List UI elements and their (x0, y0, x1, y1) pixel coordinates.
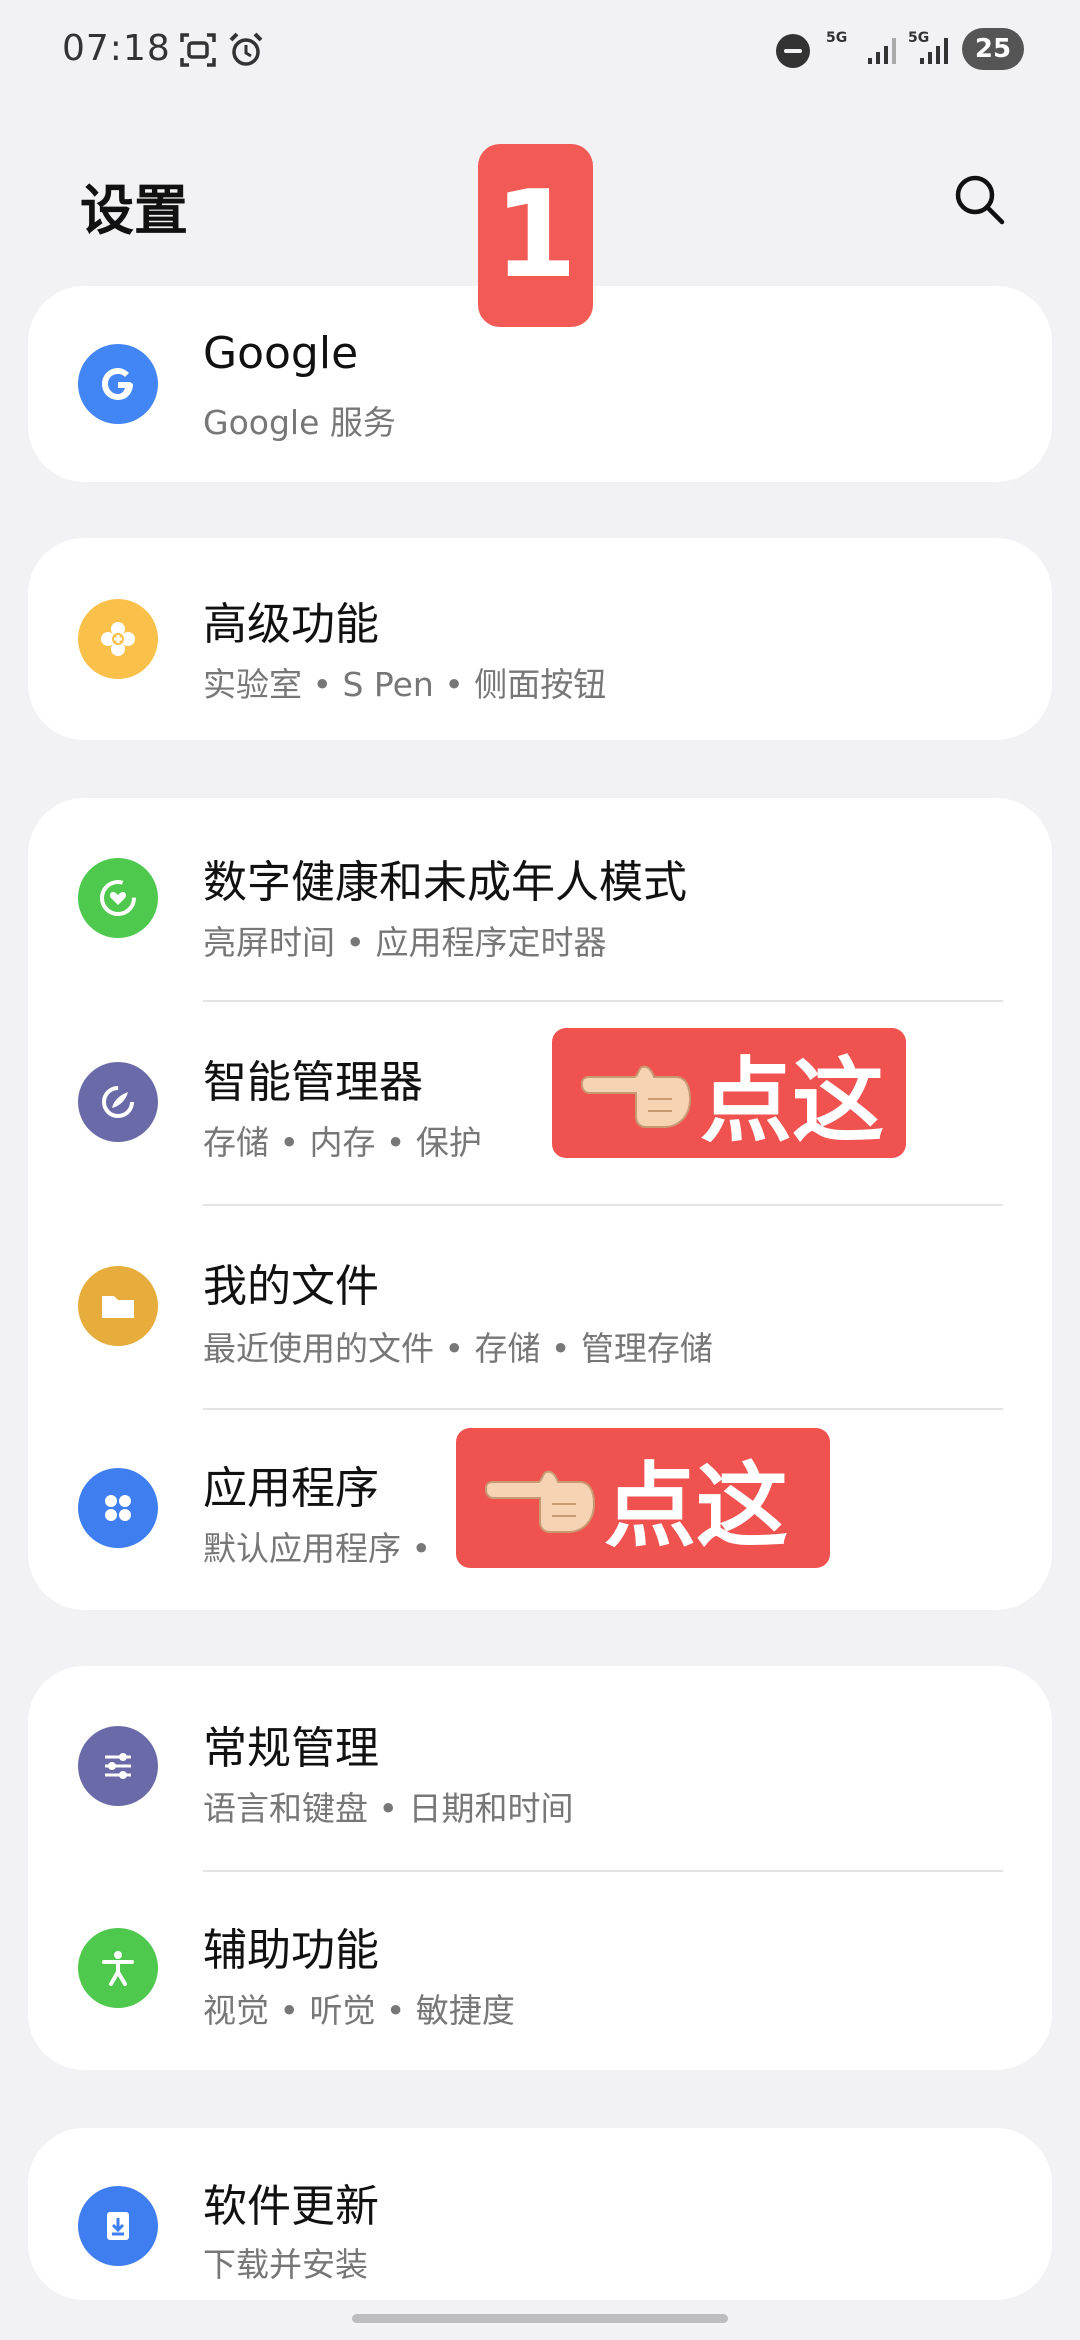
card-general: 常规管理 语言和键盘 • 日期和时间 辅助功能 视觉 • 听觉 • 敏捷度 (28, 1666, 1052, 2070)
item-title: Google (203, 328, 359, 379)
item-subtitle: 下载并安装 (203, 2245, 368, 2284)
gesture-home-bar[interactable] (352, 2314, 728, 2323)
signal-icon-2 (920, 38, 948, 64)
item-title: 智能管理器 (203, 1057, 423, 1108)
person-icon (78, 1928, 158, 2008)
item-title: 数字健康和未成年人模式 (203, 857, 687, 908)
item-title: 辅助功能 (203, 1925, 379, 1976)
settings-item-advanced-features[interactable]: 高级功能 实验室 • S Pen • 侧面按钮 (28, 538, 1052, 740)
alarm-icon (229, 32, 263, 66)
plus-gear-icon (78, 599, 158, 679)
download-icon (78, 2186, 158, 2266)
search-icon[interactable] (950, 170, 1010, 230)
battery-indicator: 25 (962, 28, 1024, 70)
item-subtitle: 亮屏时间 • 应用程序定时器 (203, 923, 607, 962)
heart-ring-icon (78, 858, 158, 938)
item-title: 软件更新 (203, 2181, 379, 2232)
item-subtitle: 视觉 • 听觉 • 敏捷度 (203, 1991, 515, 2030)
tap-hint-label: 点这 (604, 1452, 789, 1560)
tap-hint-label: 点这 (700, 1047, 885, 1155)
settings-item-general-management[interactable]: 常规管理 语言和键盘 • 日期和时间 (28, 1666, 1052, 1870)
folder-icon (78, 1266, 158, 1346)
item-subtitle: 存储 • 内存 • 保护 (203, 1123, 482, 1162)
apps-grid-icon (78, 1468, 158, 1548)
page-title: 设置 (80, 179, 188, 242)
item-subtitle: Google 服务 (203, 403, 396, 442)
status-time: 07:18 (62, 28, 171, 69)
tap-hint-apps: 点这 (456, 1428, 830, 1568)
settings-item-my-files[interactable]: 我的文件 最近使用的文件 • 存储 • 管理存储 (28, 1206, 1052, 1408)
signal-icon-1 (868, 38, 896, 64)
card-software-update: 软件更新 下载并安装 (28, 2128, 1052, 2300)
item-title: 我的文件 (203, 1261, 379, 1312)
item-subtitle: 默认应用程序 • (203, 1529, 431, 1568)
step-number-badge: 1 (478, 144, 593, 327)
item-title: 高级功能 (203, 599, 379, 650)
settings-screen: 07:18 5G 5G 25 设置 Google Google 服务 高级功能 … (0, 0, 1080, 2340)
status-bar: 07:18 5G 5G 25 (0, 0, 1080, 100)
item-subtitle: 语言和键盘 • 日期和时间 (203, 1789, 574, 1828)
pointing-hand-icon (485, 1470, 596, 1533)
card-advanced: 高级功能 实验室 • S Pen • 侧面按钮 (28, 538, 1052, 740)
do-not-disturb-icon (776, 34, 810, 68)
pointing-hand-icon (581, 1065, 692, 1128)
settings-item-software-update[interactable]: 软件更新 下载并安装 (28, 2128, 1052, 2300)
google-g-icon (78, 344, 158, 424)
sliders-icon (78, 1726, 158, 1806)
screenshot-icon (180, 33, 216, 67)
tap-hint-device-care: 点这 (552, 1028, 906, 1158)
item-title: 应用程序 (203, 1463, 379, 1514)
item-subtitle: 最近使用的文件 • 存储 • 管理存储 (203, 1329, 713, 1368)
settings-item-digital-wellbeing[interactable]: 数字健康和未成年人模式 亮屏时间 • 应用程序定时器 (28, 798, 1052, 1002)
settings-item-accessibility[interactable]: 辅助功能 视觉 • 听觉 • 敏捷度 (28, 1872, 1052, 2070)
care-leaf-icon (78, 1062, 158, 1142)
item-subtitle: 实验室 • S Pen • 侧面按钮 (203, 665, 607, 704)
item-title: 常规管理 (203, 1723, 379, 1774)
network-type-1: 5G (826, 30, 848, 46)
